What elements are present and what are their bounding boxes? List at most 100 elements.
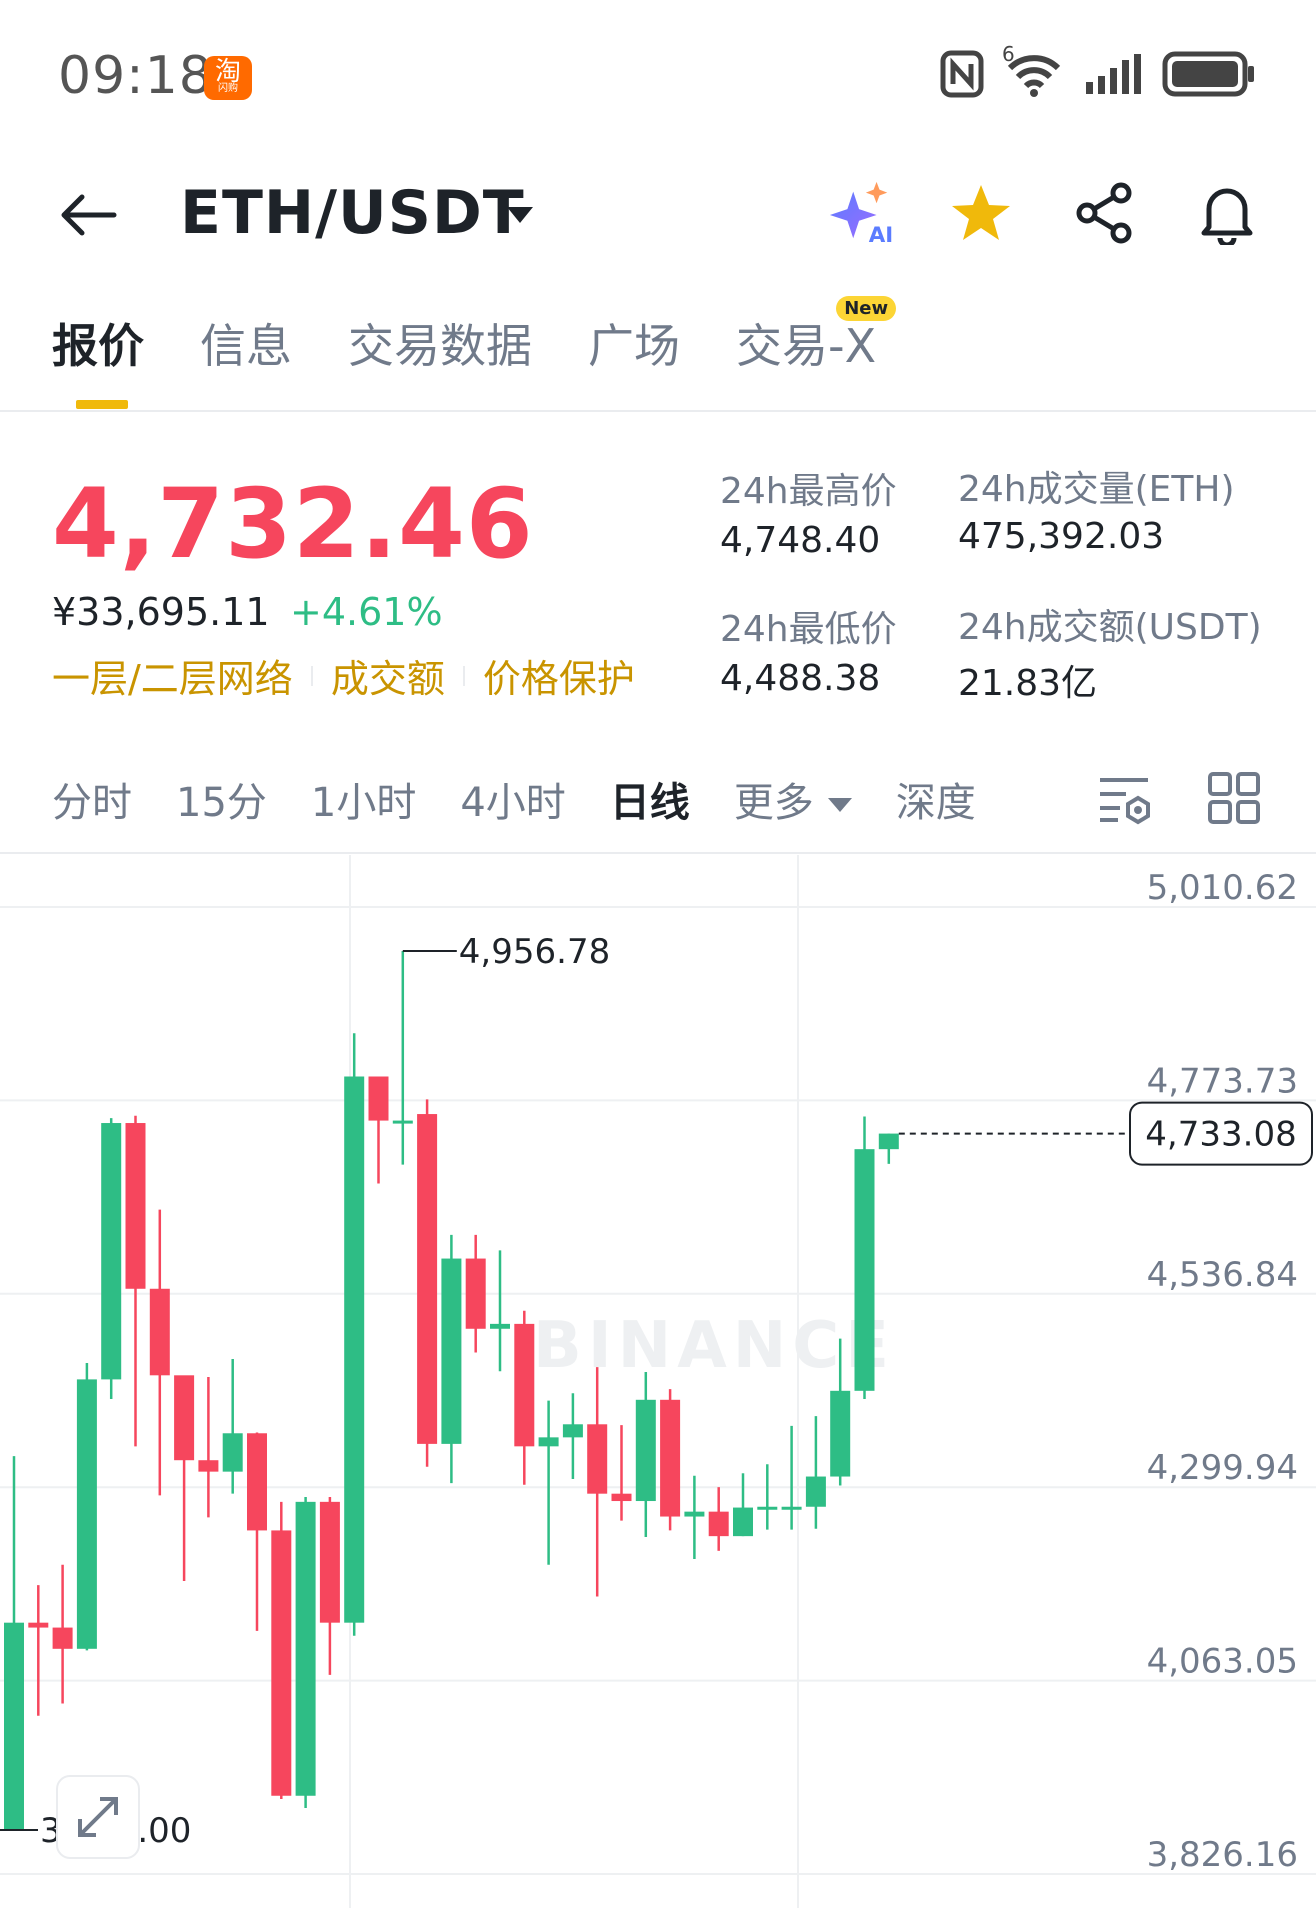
new-badge: New (836, 296, 897, 321)
candle-body (635, 1399, 656, 1502)
candle-body (149, 1288, 170, 1376)
chart-top-divider (0, 852, 1316, 854)
high-value: 4,748.40 (720, 520, 881, 561)
candle-body (733, 1507, 753, 1537)
y-tick-label: 4,063.05 (1147, 1642, 1298, 1682)
taobao-app-icon: 淘 闪购 (204, 56, 252, 100)
low-label: 24h最低价 (720, 609, 897, 650)
volume-base-value: 475,392.03 (958, 516, 1165, 557)
candle-body (295, 1501, 316, 1796)
candle-body (660, 1399, 681, 1517)
cny-price: ¥33,695.11 (52, 590, 270, 634)
interval-more[interactable]: 更多 (734, 770, 852, 828)
alert-button[interactable] (1192, 178, 1262, 248)
tab-info[interactable]: 信息 (200, 310, 292, 376)
interval-depth[interactable]: 深度 (896, 770, 976, 828)
candle-body (198, 1460, 219, 1472)
last-price: 4,732.46 (52, 468, 534, 580)
tab-trading-data[interactable]: 交易数据 (348, 310, 532, 376)
taobao-badge-sub: 闪购 (218, 83, 238, 94)
signal-icon (1086, 54, 1141, 94)
candle-body (805, 1476, 826, 1507)
tab-square[interactable]: 广场 (588, 310, 680, 376)
candle-body (4, 1622, 24, 1831)
share-button[interactable] (1070, 178, 1140, 248)
star-icon (952, 185, 1010, 240)
pair-title[interactable]: ETH/USDT (180, 178, 525, 248)
interval-time-share[interactable]: 分时 (52, 770, 132, 828)
volume-quote-label: 24h成交额(USDT) (958, 607, 1262, 648)
ai-assistant-button[interactable]: AI (826, 178, 896, 248)
indicator-settings-icon[interactable] (1096, 770, 1152, 826)
volume-quote-value: 21.83亿 (958, 663, 1098, 704)
link-layer-network[interactable]: 一层/二层网络 (52, 648, 293, 703)
candle-body (708, 1511, 729, 1537)
candle-body (52, 1627, 73, 1649)
info-links: 一层/二层网络 成交额 价格保护 (52, 648, 635, 703)
interval-4h[interactable]: 4小时 (460, 770, 565, 828)
candle-body (684, 1511, 705, 1517)
change-percent: +4.61% (290, 590, 443, 634)
low-value: 4,488.38 (720, 658, 881, 699)
layout-grid-icon[interactable] (1206, 770, 1262, 826)
share-icon (1076, 182, 1132, 244)
candle-body (538, 1437, 559, 1447)
candle-body (174, 1375, 195, 1461)
interval-1h[interactable]: 1小时 (311, 770, 416, 828)
caret-down-icon (827, 798, 852, 812)
wifi-generation-label: 6 (1002, 42, 1015, 66)
candle-body (587, 1424, 608, 1494)
y-tick-label: 5,010.62 (1147, 868, 1298, 908)
candle-body (830, 1390, 851, 1477)
link-turnover[interactable]: 成交额 (331, 648, 445, 703)
candle-body (441, 1258, 462, 1444)
interval-15m[interactable]: 15分 (176, 770, 267, 828)
tab-trade-x[interactable]: 交易-X New (736, 296, 897, 376)
bell-icon (1201, 188, 1253, 245)
link-separator (462, 665, 465, 686)
status-icons: 6 (940, 42, 1256, 98)
candlestick-chart[interactable]: 5,010.62 4,773.73 4,536.84 4,299.94 4,063.05… (0, 855, 1316, 1908)
link-price-protection[interactable]: 价格保护 (483, 648, 635, 703)
candle-body (125, 1123, 146, 1289)
interval-selector: 分时 15分 1小时 4小时 日线 更多 深度 (52, 770, 1020, 828)
link-separator (310, 665, 313, 686)
candle-body (344, 1076, 365, 1623)
status-time: 09:18 (58, 46, 213, 106)
candle-body (514, 1323, 535, 1447)
candle-body (222, 1433, 243, 1472)
tabs-divider (0, 410, 1316, 412)
tab-quote[interactable]: 报价 (52, 310, 144, 376)
ai-sparkle-icon: AI (829, 181, 894, 248)
candle-body (417, 1114, 438, 1444)
candle-body (271, 1530, 292, 1796)
y-tick-label: 4,773.73 (1147, 1061, 1298, 1101)
high-label: 24h最高价 (720, 471, 897, 512)
y-tick-label: 3,826.16 (1147, 1835, 1298, 1875)
candle-body (854, 1149, 875, 1391)
nfc-icon (940, 50, 984, 98)
back-arrow-icon[interactable] (58, 190, 118, 240)
interval-more-label: 更多 (733, 780, 814, 826)
candle-body (28, 1622, 49, 1628)
candle-body (757, 1506, 778, 1510)
candle-body (368, 1076, 389, 1121)
y-tick-label: 4,299.94 (1147, 1448, 1298, 1488)
candle-body (465, 1258, 486, 1329)
candle-body (247, 1433, 267, 1531)
interval-1d[interactable]: 日线 (610, 770, 690, 828)
candle-body (319, 1501, 340, 1623)
current-price-label: 4,733.08 (1145, 1115, 1296, 1155)
chevron-down-icon[interactable] (505, 205, 535, 225)
favorite-button[interactable] (946, 178, 1016, 248)
fullscreen-button[interactable] (56, 1775, 140, 1859)
volume-base-label: 24h成交量(ETH) (958, 469, 1235, 510)
main-tabs: 报价 信息 交易数据 广场 交易-X New (52, 296, 897, 376)
candle-body (392, 1120, 413, 1124)
y-tick-label: 4,536.84 (1147, 1255, 1298, 1295)
candle-body (611, 1493, 632, 1502)
candle-body (878, 1133, 899, 1150)
ai-badge-text: AI (869, 223, 894, 248)
battery-icon (1162, 51, 1254, 97)
candle-body (101, 1123, 122, 1380)
